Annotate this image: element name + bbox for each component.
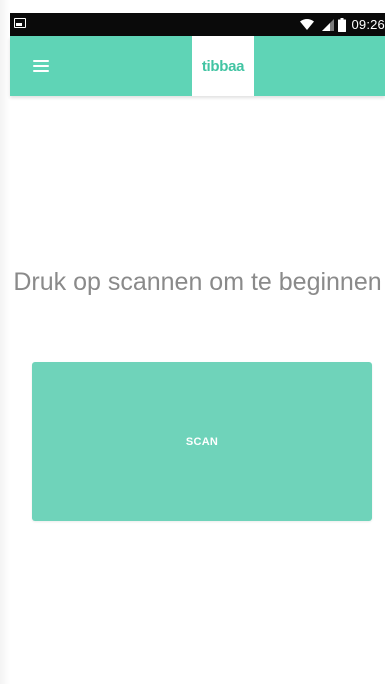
- main-content: Druk op scannen om te beginnen SCAN: [10, 96, 385, 684]
- image-notification-icon: [14, 18, 26, 28]
- menu-line: [33, 70, 49, 72]
- status-time: 09:26: [351, 17, 385, 32]
- status-indicators: 09:26: [300, 13, 385, 36]
- app-screen: 09:26 tibbaa Druk op scannen om te begin…: [0, 0, 385, 684]
- scan-instruction: Druk op scannen om te beginnen: [13, 268, 382, 296]
- screen-edge-shadow: [0, 0, 10, 684]
- app-logo: tibbaa: [192, 36, 254, 96]
- battery-icon: [338, 17, 347, 32]
- scan-button[interactable]: SCAN: [32, 362, 372, 521]
- menu-line: [33, 60, 49, 62]
- menu-line: [33, 65, 49, 67]
- wifi-icon: [300, 19, 315, 30]
- status-bar: 09:26: [10, 13, 385, 36]
- signal-icon: [322, 18, 335, 31]
- logo-text: tibbaa: [201, 57, 245, 75]
- app-bar: tibbaa: [10, 36, 385, 96]
- hamburger-menu-icon[interactable]: [33, 59, 49, 72]
